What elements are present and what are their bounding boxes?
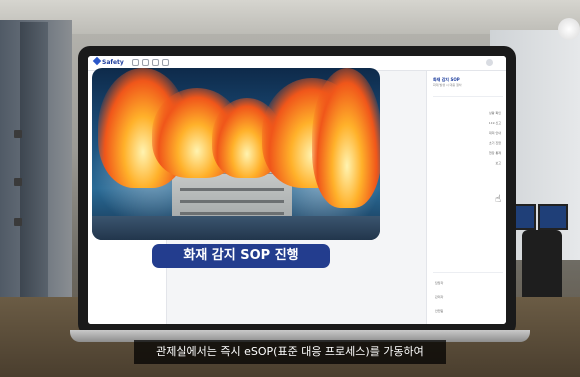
- list-item[interactable]: 관리자: [435, 295, 443, 299]
- wall-panel: [14, 218, 22, 226]
- chair: [522, 230, 562, 300]
- grid-icon[interactable]: [132, 59, 139, 66]
- step-item[interactable]: 대피 안내: [489, 131, 501, 135]
- list-item[interactable]: 담당자: [435, 281, 443, 285]
- desk: [92, 216, 380, 240]
- sop-badge: 화재 감지 SOP 진행: [152, 244, 330, 268]
- brand-name: Safety: [102, 59, 124, 66]
- flame: [312, 68, 380, 208]
- divider: [433, 95, 503, 97]
- printer-slot: [180, 200, 284, 203]
- logo-mark-icon: [92, 56, 102, 66]
- step-item[interactable]: 현장 통제: [489, 151, 501, 155]
- user-icon[interactable]: [486, 59, 493, 66]
- step-item[interactable]: 119 신고: [489, 121, 501, 125]
- wall-panel: [14, 130, 22, 138]
- brand-logo[interactable]: Safety: [92, 56, 124, 66]
- step-item[interactable]: 보고: [495, 161, 501, 165]
- wall-panel: [14, 178, 22, 186]
- pillar: [20, 22, 48, 322]
- right-panel: 화재 감지 SOP 화재 발생 시 대응 절차 상황 확인 119 신고 대피 …: [426, 71, 506, 324]
- panel-subheader: 화재 발생 시 대응 절차: [433, 83, 462, 87]
- printer-slot: [180, 212, 284, 215]
- step-item[interactable]: 초기 진압: [489, 141, 501, 145]
- fire-image: [92, 68, 380, 240]
- divider: [433, 271, 503, 273]
- settings-icon[interactable]: [152, 59, 159, 66]
- bell-icon[interactable]: [142, 59, 149, 66]
- subtitle-caption: 관제실에서는 즉시 eSOP(표준 대응 프로세스)를 가동하여: [134, 340, 446, 364]
- cursor-icon: ☝: [495, 194, 502, 205]
- help-icon[interactable]: [162, 59, 169, 66]
- printer-slot: [180, 188, 284, 191]
- list-item[interactable]: 안전팀: [435, 309, 443, 313]
- lamp: [558, 18, 580, 40]
- ceiling: [0, 0, 580, 34]
- monitor: [538, 204, 568, 230]
- step-item[interactable]: 상황 확인: [489, 111, 501, 115]
